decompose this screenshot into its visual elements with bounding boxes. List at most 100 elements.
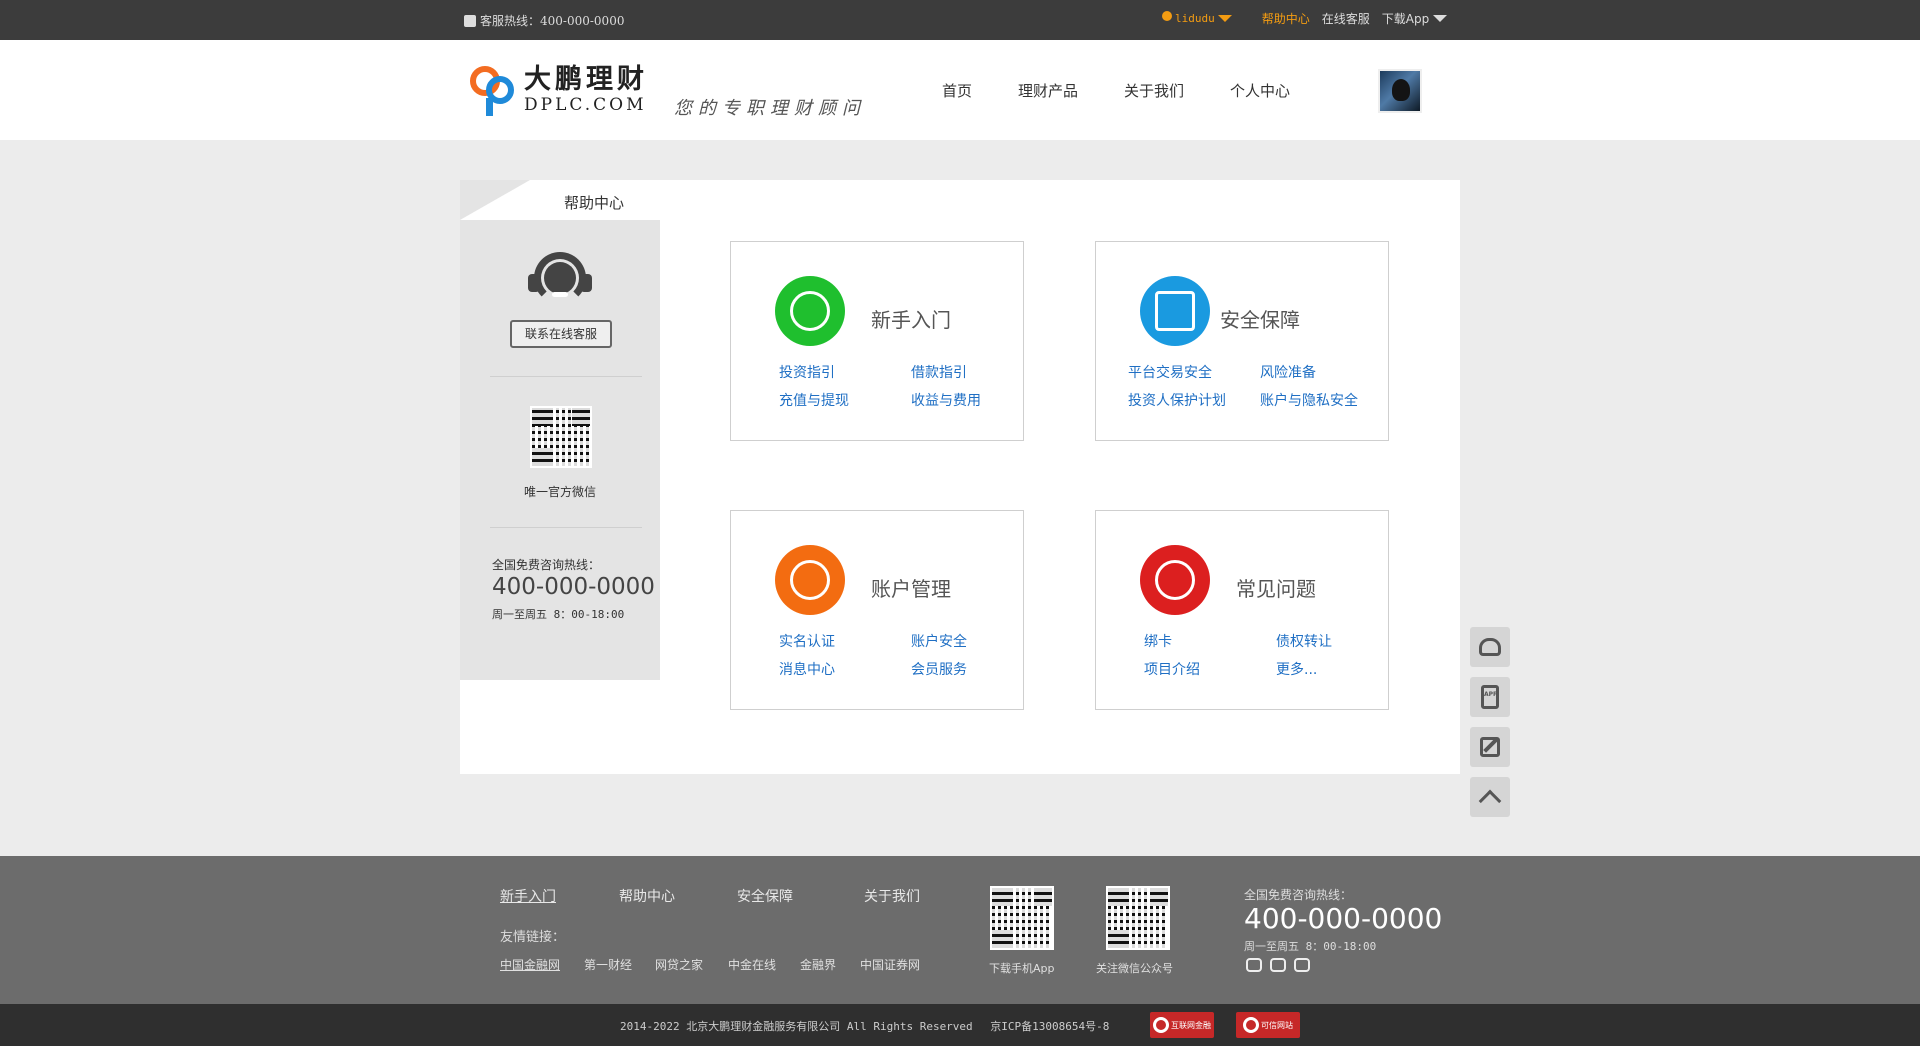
sidebar-title: 帮助中心 <box>564 194 625 212</box>
card-security: 安全保障 平台交易安全 风险准备 投资人保护计划 账户与隐私安全 <box>1095 241 1389 441</box>
footer-nav-beginner[interactable]: 新手入门 <box>500 886 556 906</box>
user-menu[interactable]: lidudu <box>1162 10 1232 25</box>
card-faq: 常见问题 绑卡 债权转让 项目介绍 更多... <box>1095 510 1389 710</box>
nav-personal[interactable]: 个人中心 <box>1230 80 1290 101</box>
card-title: 安全保障 <box>1220 308 1300 332</box>
logo[interactable]: 大鹏理财 DPLC.COM <box>468 62 648 118</box>
help-center-link[interactable]: 帮助中心 <box>1262 10 1310 27</box>
nav-home[interactable]: 首页 <box>942 80 972 101</box>
confused-face-icon <box>1140 545 1210 615</box>
hotline-text: 客服热线：400-000-0000 <box>480 14 625 28</box>
top-bar: 客服热线：400-000-0000 lidudu 帮助中心 在线客服 下载App <box>0 0 1920 40</box>
link-income-fees[interactable]: 收益与费用 <box>911 390 981 410</box>
badge-label: 互联网金融 <box>1171 1020 1211 1030</box>
baby-face-icon <box>775 276 845 346</box>
footer: 新手入门 帮助中心 安全保障 关于我们 友情链接： 中国金融网 第一财经 网贷之… <box>0 856 1920 1004</box>
card-account: 账户管理 实名认证 账户安全 消息中心 会员服务 <box>730 510 1024 710</box>
link-borrow-guide[interactable]: 借款指引 <box>911 362 967 382</box>
footer-nav-security[interactable]: 安全保障 <box>737 886 793 906</box>
link-member-service[interactable]: 会员服务 <box>911 659 967 679</box>
username[interactable]: lidudu <box>1175 12 1215 25</box>
wechat-label: 唯一官方微信 <box>523 485 596 499</box>
link-real-name[interactable]: 实名认证 <box>779 631 835 651</box>
friend-link[interactable]: 中国金融网 <box>500 956 560 973</box>
internet-finance-badge[interactable]: 互联网金融 <box>1150 1012 1214 1038</box>
slogan: 您的专职理财顾问 <box>674 98 866 119</box>
app-qr-label: 下载手机App <box>989 962 1055 975</box>
card-title: 常见问题 <box>1236 577 1316 601</box>
contact-service-button[interactable]: 联系在线客服 <box>510 320 612 348</box>
chevron-up-icon <box>1478 789 1502 813</box>
main-nav: 首页 理财产品 关于我们 个人中心 <box>942 80 1336 101</box>
app-icon: APP <box>1481 685 1499 709</box>
link-account-privacy[interactable]: 账户与隐私安全 <box>1260 390 1358 410</box>
link-platform-security[interactable]: 平台交易安全 <box>1128 362 1212 382</box>
float-app-button[interactable]: APP <box>1470 677 1510 717</box>
float-service-button[interactable] <box>1470 627 1510 667</box>
social-links <box>1246 958 1310 972</box>
download-app-label[interactable]: 下载App <box>1382 10 1429 27</box>
link-account-security[interactable]: 账户安全 <box>911 631 967 651</box>
link-message-center[interactable]: 消息中心 <box>779 659 835 679</box>
wechat-public-qr-code <box>1106 886 1170 950</box>
notification-icon[interactable] <box>1162 10 1172 21</box>
weibo-icon[interactable] <box>1246 958 1262 972</box>
logo-domain: DPLC.COM <box>524 95 647 115</box>
headset-icon <box>526 252 594 304</box>
edit-icon <box>1480 737 1500 757</box>
back-to-top-button[interactable] <box>1470 777 1510 817</box>
chevron-down-icon[interactable] <box>1433 15 1448 22</box>
logo-name: 大鹏理财 <box>524 64 648 95</box>
link-project-intro[interactable]: 项目介绍 <box>1144 659 1200 679</box>
mail-icon[interactable] <box>1270 958 1286 972</box>
friend-link[interactable]: 第一财经 <box>584 956 632 973</box>
wechat-qr-label: 关注微信公众号 <box>1096 962 1173 975</box>
app-qr-code <box>990 886 1054 950</box>
footer-hotline-number: 400-000-0000 <box>1244 902 1443 935</box>
link-investor-protection[interactable]: 投资人保护计划 <box>1128 390 1226 410</box>
badge-label: 可信网站 <box>1261 1020 1293 1030</box>
link-debt-transfer[interactable]: 债权转让 <box>1276 631 1332 651</box>
footer-nav-about[interactable]: 关于我们 <box>864 886 920 906</box>
download-app-menu[interactable]: 下载App <box>1382 10 1448 27</box>
friend-links-title: 友情链接： <box>500 930 566 945</box>
service-hours: 周一至周五 8：00-18:00 <box>492 608 625 621</box>
card-title: 账户管理 <box>871 577 951 601</box>
copyright-text: 2014-2022 北京大鹏理财金融服务有限公司 All Rights Rese… <box>620 1020 1110 1033</box>
friend-link[interactable]: 中金在线 <box>728 956 776 973</box>
divider <box>490 376 642 377</box>
hotline-number: 400-000-0000 <box>492 574 655 600</box>
hotline: 客服热线：400-000-0000 <box>464 12 624 29</box>
friend-link[interactable]: 金融界 <box>800 956 836 973</box>
link-more[interactable]: 更多... <box>1276 659 1317 679</box>
card-title: 新手入门 <box>871 308 951 332</box>
footer-nav-help[interactable]: 帮助中心 <box>619 886 675 906</box>
nav-products[interactable]: 理财产品 <box>1018 80 1078 101</box>
card-beginner: 新手入门 投资指引 借款指引 充值与提现 收益与费用 <box>730 241 1024 441</box>
help-sidebar: 帮助中心 联系在线客服 唯一官方微信 全国免费咨询热线： 400-000-000… <box>460 180 660 680</box>
user-icon <box>775 545 845 615</box>
footer-service-hours: 周一至周五 8：00-18:00 <box>1244 940 1377 953</box>
hotline-label: 全国免费咨询热线： <box>492 558 601 572</box>
phone-icon <box>464 14 476 27</box>
nav-about[interactable]: 关于我们 <box>1124 80 1184 101</box>
wechat-qr-code <box>530 406 592 468</box>
link-bind-card[interactable]: 绑卡 <box>1144 631 1172 651</box>
friend-link[interactable]: 中国证券网 <box>860 956 920 973</box>
header: 大鹏理财 DPLC.COM 您的专职理财顾问 首页 理财产品 关于我们 个人中心 <box>0 40 1920 140</box>
qq-icon[interactable] <box>1294 958 1310 972</box>
friend-link[interactable]: 网贷之家 <box>655 956 703 973</box>
sidebar-tab: 帮助中心 <box>460 180 660 220</box>
link-invest-guide[interactable]: 投资指引 <box>779 362 835 382</box>
chevron-down-icon[interactable] <box>1217 15 1232 22</box>
headset-icon <box>1479 638 1501 656</box>
avatar[interactable] <box>1378 69 1422 113</box>
footer-hotline-label: 全国免费咨询热线： <box>1244 888 1353 902</box>
trusted-site-badge[interactable]: 可信网站 <box>1236 1012 1300 1038</box>
online-service-link[interactable]: 在线客服 <box>1322 10 1370 27</box>
link-risk-reserve[interactable]: 风险准备 <box>1260 362 1316 382</box>
float-feedback-button[interactable] <box>1470 727 1510 767</box>
help-panel: 帮助中心 联系在线客服 唯一官方微信 全国免费咨询热线： 400-000-000… <box>460 180 1460 774</box>
link-deposit-withdraw[interactable]: 充值与提现 <box>779 390 849 410</box>
copyright-bar: 2014-2022 北京大鹏理财金融服务有限公司 All Rights Rese… <box>0 1004 1920 1046</box>
